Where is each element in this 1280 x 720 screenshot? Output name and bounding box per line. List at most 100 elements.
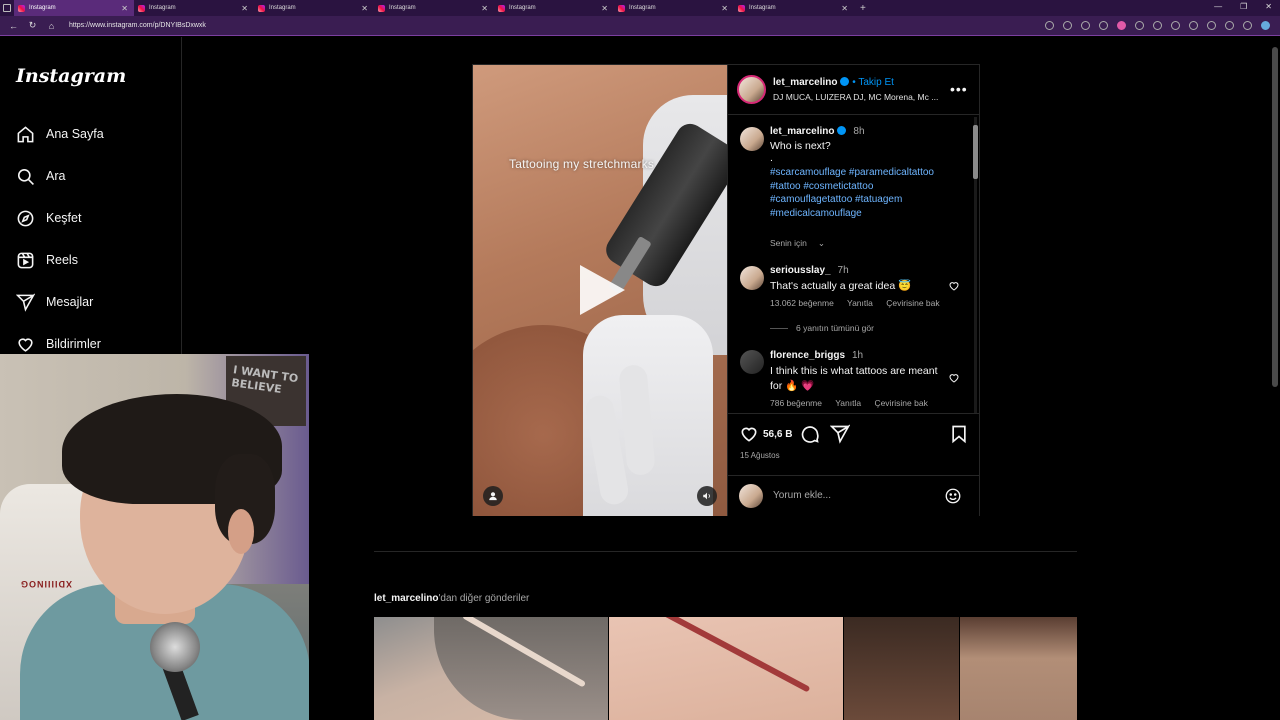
reply-button[interactable]: Yanıtla	[847, 298, 873, 308]
more-post-thumbnail[interactable]	[609, 617, 843, 720]
reel-video[interactable]: Tattooing my stretchmarks	[473, 65, 727, 516]
comment-username[interactable]: florence_briggs	[770, 350, 845, 361]
send-icon	[16, 293, 35, 312]
bookmark-icon[interactable]	[949, 424, 969, 444]
reply-button[interactable]: Yanıtla	[835, 398, 861, 408]
close-tab-icon[interactable]: ✕	[721, 4, 728, 13]
follow-button[interactable]: • Takip Et	[852, 77, 894, 88]
comments-scrollbar[interactable]	[973, 117, 978, 413]
copilot-icon[interactable]	[1261, 21, 1270, 30]
caption-text: Who is next?	[770, 140, 831, 152]
sidebar-item-reels[interactable]: Reels	[16, 248, 78, 272]
close-tab-icon[interactable]: ✕	[361, 4, 368, 13]
more-post-thumbnail[interactable]	[844, 617, 959, 720]
more-post-thumbnail[interactable]	[374, 617, 608, 720]
post-header: let_marcelino • Takip Et DJ MUCA, LUIZER…	[728, 65, 980, 115]
extension-icon[interactable]	[1135, 21, 1144, 30]
verified-badge-icon	[837, 126, 847, 135]
split-screen-icon[interactable]	[1189, 21, 1198, 30]
comment-likes[interactable]: 786 beğenme	[770, 398, 822, 408]
audio-credits[interactable]: DJ MUCA, LUIZERA DJ, MC Morena, Mc ...	[773, 92, 938, 102]
caption-hashtags[interactable]: #medicalcamouflage	[770, 208, 862, 219]
close-window-icon[interactable]: ✕	[1265, 2, 1272, 11]
read-aloud-icon[interactable]	[1081, 21, 1090, 30]
apps-icon[interactable]	[1045, 21, 1054, 30]
browser-tab[interactable]: Instagram ✕	[614, 0, 734, 16]
back-icon[interactable]: ←	[4, 21, 23, 31]
browser-tab[interactable]: Instagram ✕	[374, 0, 494, 16]
comment-time: 7h	[837, 265, 849, 276]
comment-avatar[interactable]	[740, 266, 764, 290]
view-replies-button[interactable]: 6 yanıtın tümünü gör	[770, 323, 874, 333]
instagram-logo[interactable]: Instagram	[16, 65, 126, 87]
author-username[interactable]: let_marcelino	[773, 77, 837, 88]
likes-count[interactable]: 56,6 B	[763, 429, 792, 440]
close-tab-icon[interactable]: ✕	[121, 4, 128, 13]
audio-button[interactable]	[697, 486, 717, 506]
minimize-icon[interactable]: —	[1214, 2, 1222, 11]
play-icon[interactable]	[580, 265, 625, 315]
comment-likes[interactable]: 13.062 beğenme	[770, 298, 834, 308]
caption-avatar[interactable]	[740, 127, 764, 151]
close-tab-icon[interactable]: ✕	[601, 4, 608, 13]
caption-hashtags[interactable]: #tattoo #cosmetictattoo	[770, 181, 873, 192]
comments-list[interactable]: let_marcelino 8h Who is next? . #scarcam…	[728, 116, 980, 412]
more-post-thumbnail[interactable]	[960, 617, 1077, 720]
translate-button[interactable]: Çevirisine bak	[874, 398, 927, 408]
menu-dots-icon[interactable]	[1243, 21, 1252, 30]
browser-tab[interactable]: Instagram ✕	[254, 0, 374, 16]
browser-tab[interactable]: Instagram ✕	[14, 0, 134, 16]
reload-icon[interactable]: ↻	[23, 20, 42, 31]
sidebar-item-search[interactable]: Ara	[16, 164, 65, 188]
more-posts-username[interactable]: let_marcelino	[374, 593, 438, 604]
author-avatar[interactable]	[737, 75, 766, 104]
close-tab-icon[interactable]: ✕	[481, 4, 488, 13]
comment-like-heart-icon[interactable]	[948, 280, 960, 292]
close-tab-icon[interactable]: ✕	[241, 4, 248, 13]
profile-avatar-icon[interactable]	[1225, 21, 1234, 30]
sidebar-item-notifications[interactable]: Bildirimler	[16, 332, 101, 356]
heart-icon	[18, 337, 33, 352]
close-tab-icon[interactable]: ✕	[841, 4, 848, 13]
favorites-icon[interactable]	[1207, 21, 1216, 30]
browser-tab[interactable]: Instagram ✕	[734, 0, 854, 16]
sidebar-item-home[interactable]: Ana Sayfa	[16, 122, 104, 146]
tagged-users-button[interactable]	[483, 486, 503, 506]
home-browser-icon[interactable]: ⌂	[42, 21, 61, 31]
caption-username[interactable]: let_marcelino	[770, 126, 834, 137]
like-heart-icon[interactable]	[739, 424, 759, 444]
instagram-favicon-icon	[18, 4, 25, 12]
emoji-icon[interactable]	[944, 487, 962, 505]
comment-text: That's actually a great idea 😇	[770, 280, 912, 292]
new-tab-button[interactable]: +	[860, 3, 866, 14]
page-scrollbar[interactable]	[1270, 37, 1280, 720]
translate-button[interactable]: Çevirisine bak	[886, 298, 939, 308]
comment-username[interactable]: seriousslay_	[770, 265, 831, 276]
restore-icon[interactable]: ❐	[1240, 2, 1247, 11]
comment-like-heart-icon[interactable]	[948, 372, 960, 384]
zoom-icon[interactable]	[1063, 21, 1072, 30]
browser-tab[interactable]: Instagram ✕	[134, 0, 254, 16]
tab-actions-icon[interactable]	[0, 0, 14, 16]
sidebar-item-explore[interactable]: Keşfet	[16, 206, 81, 230]
caption-hashtags[interactable]: #scarcamouflage #paramedicaltattoo	[770, 167, 934, 178]
for-you-toggle[interactable]: Senin için ⌄	[770, 238, 836, 249]
browser-tab[interactable]: Instagram ✕	[494, 0, 614, 16]
comment-icon[interactable]	[800, 424, 820, 444]
scrollbar-thumb[interactable]	[973, 125, 978, 179]
extension-icon[interactable]	[1153, 21, 1162, 30]
reels-icon	[17, 252, 34, 268]
extension-icon[interactable]	[1117, 21, 1126, 30]
comment-avatar[interactable]	[740, 350, 764, 374]
more-options-icon[interactable]: •••	[950, 81, 968, 97]
page-scrollbar-thumb[interactable]	[1272, 47, 1278, 387]
refresh-extension-icon[interactable]	[1171, 21, 1180, 30]
share-icon[interactable]	[830, 424, 850, 444]
sidebar-item-messages[interactable]: Mesajlar	[16, 290, 93, 314]
caption-dot: .	[770, 152, 773, 164]
favorite-star-icon[interactable]	[1099, 21, 1108, 30]
comment-input[interactable]: Yorum ekle...	[773, 490, 831, 501]
caption-hashtags[interactable]: #camouflagetattoo #tatuagem	[770, 194, 902, 205]
video-overlay-text: Tattooing my stretchmarks	[509, 157, 655, 171]
url-field[interactable]: https://www.instagram.com/p/DNYIBsDxwxk	[69, 22, 206, 29]
